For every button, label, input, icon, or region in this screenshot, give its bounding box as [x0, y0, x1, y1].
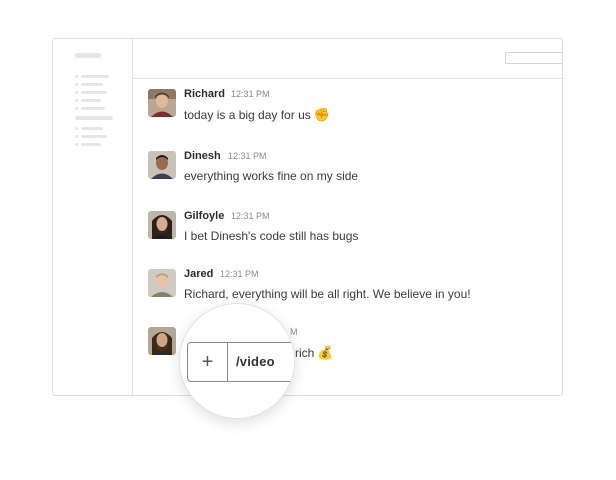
sidebar-item-placeholder[interactable]	[81, 107, 105, 110]
message-text: everything works fine on my side	[184, 169, 358, 183]
avatar-portrait-icon	[148, 327, 176, 355]
sidebar-item-placeholder[interactable]	[81, 83, 103, 86]
sidebar-bullet	[75, 75, 78, 78]
sidebar-bullet	[75, 143, 78, 146]
timestamp: 12:31 PM	[231, 89, 270, 99]
fist-emoji-icon: ✊	[313, 107, 330, 122]
timestamp: 12:31 PM	[220, 269, 259, 279]
message-text: Richard, everything will be all right. W…	[184, 287, 471, 301]
sidebar-item-placeholder[interactable]	[81, 91, 107, 94]
message-item: Dinesh 12:31 PM everything works fine on…	[148, 150, 548, 191]
search-input-placeholder[interactable]	[505, 52, 562, 64]
sidebar-bullet	[75, 127, 78, 130]
sidebar-bullet	[75, 99, 78, 102]
sidebar-header-placeholder	[75, 53, 101, 58]
chat-window: Richard 12:31 PM today is a big day for …	[52, 38, 563, 396]
sidebar-bullet	[75, 91, 78, 94]
message-body: everything works fine on my side	[184, 169, 359, 183]
money-bag-emoji-icon: 💰	[317, 345, 334, 360]
sidebar-section-placeholder	[75, 116, 113, 120]
message-item: Gilfoyle 12:31 PM I bet Dinesh's code st…	[148, 210, 548, 251]
message-body: Richard, everything will be all right. W…	[184, 287, 471, 301]
avatar-portrait-icon	[148, 89, 176, 117]
sidebar-item-placeholder[interactable]	[81, 99, 101, 102]
avatar-portrait-icon	[148, 211, 176, 239]
avatar[interactable]	[148, 327, 176, 355]
message-text: I bet Dinesh's code still has bugs	[184, 229, 358, 243]
message-body: I bet Dinesh's code still has bugs	[184, 229, 359, 243]
avatar[interactable]	[148, 269, 176, 297]
timestamp: 12:31 PM	[231, 211, 270, 221]
author-name[interactable]: Jared	[184, 268, 213, 280]
avatar[interactable]	[148, 211, 176, 239]
sidebar-item-placeholder[interactable]	[81, 75, 109, 78]
top-bar	[133, 39, 562, 79]
magnifier-lens: + /video	[179, 303, 295, 419]
plus-icon: +	[201, 350, 214, 373]
timestamp-fragment: M	[290, 327, 298, 337]
message-text: today is a big day for us ✊	[184, 107, 330, 123]
avatar[interactable]	[148, 89, 176, 117]
timestamp: 12:31 PM	[228, 151, 267, 161]
avatar-portrait-icon	[148, 151, 176, 179]
author-name[interactable]: Gilfoyle	[184, 210, 224, 222]
message-body: today is a big day for us	[184, 108, 311, 122]
author-name[interactable]: Dinesh	[184, 150, 221, 162]
avatar[interactable]	[148, 151, 176, 179]
sidebar-item-placeholder[interactable]	[81, 127, 103, 130]
sidebar-item-placeholder[interactable]	[81, 143, 101, 146]
message-input[interactable]: /video	[236, 354, 275, 369]
author-name[interactable]: Richard	[184, 88, 225, 100]
sidebar	[53, 39, 133, 395]
avatar-portrait-icon	[148, 269, 176, 297]
message-item: Richard 12:31 PM today is a big day for …	[148, 88, 548, 129]
message-item: Jared 12:31 PM Richard, everything will …	[148, 268, 548, 309]
sidebar-bullet	[75, 107, 78, 110]
sidebar-bullet	[75, 83, 78, 86]
message-composer: + /video	[187, 342, 294, 382]
sidebar-bullet	[75, 135, 78, 138]
add-attachment-button[interactable]: +	[188, 343, 228, 381]
sidebar-item-placeholder[interactable]	[81, 135, 107, 138]
